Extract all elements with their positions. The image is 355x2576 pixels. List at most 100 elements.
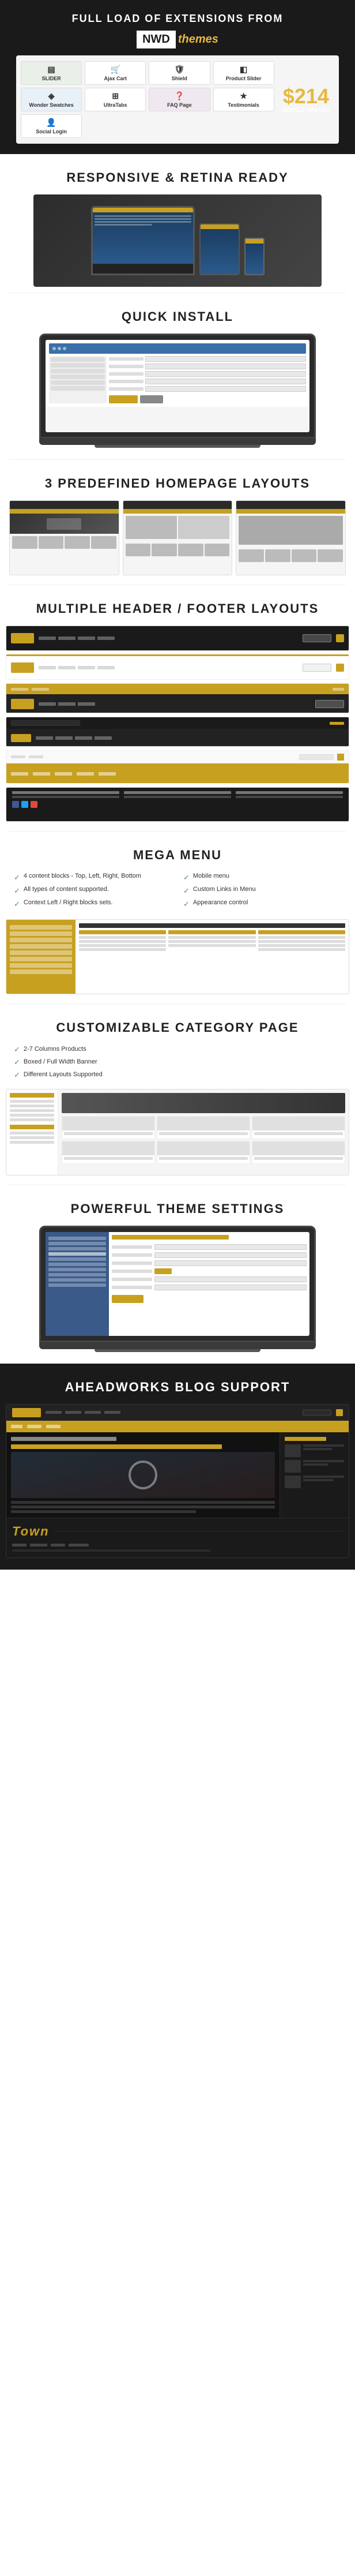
mega-feature-4: ✓ Custom Links in Menu (183, 885, 341, 896)
recent-thumb (285, 1460, 301, 1473)
top-item (11, 755, 25, 758)
product-cell (265, 549, 290, 562)
hf-search[interactable] (315, 700, 344, 708)
quick-install-heading: QUICK INSTALL (0, 293, 355, 334)
layout-banner-grid (123, 514, 232, 541)
cat-product-label (159, 1132, 248, 1135)
footer-nav-link[interactable] (69, 1544, 89, 1547)
twitter-icon[interactable] (21, 801, 28, 808)
install-body (49, 356, 306, 403)
cat-sidebar (6, 1089, 58, 1175)
settings-input[interactable] (154, 1252, 307, 1258)
settings-section-title (112, 1235, 229, 1240)
facebook-icon[interactable] (12, 801, 19, 808)
recent-line (303, 1476, 344, 1478)
recent-content (303, 1460, 344, 1473)
check-icon: ✓ (14, 1070, 20, 1080)
blog-nav-label (46, 1425, 61, 1428)
recent-line (303, 1460, 344, 1462)
product-cell (152, 544, 177, 556)
testimonials-icon: ★ (216, 91, 272, 101)
layouts-heading: 3 PREDEFINED HOMEPAGE LAYOUTS (0, 460, 355, 500)
product-cell (318, 549, 343, 562)
blog-site-search[interactable] (303, 1410, 331, 1416)
hf-nav-item (97, 636, 115, 640)
mm-col-item (258, 948, 345, 951)
content-line (95, 218, 191, 220)
install-row (109, 386, 306, 392)
search-box[interactable] (299, 754, 334, 760)
footer-nav-link[interactable] (30, 1544, 47, 1547)
install-row (109, 371, 306, 377)
full-banner (239, 516, 343, 545)
hf-search-field[interactable] (11, 720, 80, 726)
install-field[interactable] (145, 379, 306, 384)
settings-active-item[interactable] (48, 1252, 106, 1256)
check-icon: ✓ (183, 899, 190, 909)
settings-input[interactable] (154, 1285, 307, 1290)
laptop-base (39, 438, 316, 445)
install-field[interactable] (145, 371, 306, 377)
laptop-header (93, 208, 193, 212)
settings-input[interactable] (154, 1276, 307, 1282)
install-field[interactable] (145, 364, 306, 369)
hf-cart[interactable] (336, 664, 344, 672)
feature-text: 2-7 Columns Products (24, 1046, 86, 1053)
settings-row (112, 1285, 307, 1290)
install-save-button[interactable] (109, 395, 138, 403)
settings-save-button[interactable] (112, 1295, 143, 1303)
footer-logo-row: Town (12, 1524, 343, 1539)
settings-input[interactable] (154, 1244, 307, 1250)
hf-nav-item (97, 666, 115, 669)
footer-nav-link[interactable] (51, 1544, 65, 1547)
footer-nav-link[interactable] (12, 1544, 27, 1547)
hf-nav-row (6, 763, 349, 784)
install-buttons (109, 395, 306, 403)
sidebar-item (51, 380, 105, 385)
cart-icon[interactable] (337, 754, 344, 761)
settings-left-item (48, 1283, 106, 1287)
mega-menu-features: ✓ 4 content blocks - Top, Left, Right, B… (0, 872, 355, 919)
laptop-foot (95, 1349, 260, 1352)
blog-nav-item (65, 1411, 81, 1414)
settings-action-buttons (112, 1295, 307, 1303)
hf-cart[interactable] (336, 634, 344, 642)
check-icon: ✓ (183, 873, 190, 883)
hf-search-bar (6, 717, 349, 729)
mm-col-header (258, 930, 345, 934)
hf-nav (39, 702, 311, 706)
devices-group (91, 206, 265, 275)
settings-label (112, 1261, 152, 1265)
settings-input[interactable] (154, 1260, 307, 1266)
settings-left-item (48, 1242, 106, 1245)
header-footer-list (0, 626, 355, 831)
mm-sidebar (6, 920, 75, 994)
blog-nav-item (46, 1411, 62, 1414)
install-cancel-button[interactable] (140, 395, 163, 403)
ext-shield: 🛡Shield (149, 61, 210, 85)
product-cell (12, 536, 37, 549)
footer-divider (55, 1531, 343, 1532)
feature-text: Boxed / Full Width Banner (24, 1058, 97, 1065)
blog-recent-item (285, 1444, 344, 1457)
product-cell (91, 536, 116, 549)
hf-search[interactable] (303, 664, 331, 672)
cat-feature-2: ✓ Boxed / Full Width Banner (14, 1057, 341, 1067)
banner-cell (178, 516, 229, 539)
cat-products-grid (62, 1116, 345, 1164)
install-row (109, 356, 306, 362)
layouts-grid (0, 500, 355, 585)
settings-sidebar (46, 1232, 109, 1336)
install-field[interactable] (145, 356, 306, 362)
cat-product-img (252, 1141, 345, 1155)
predefined-layouts-section: 3 PREDEFINED HOMEPAGE LAYOUTS (0, 460, 355, 585)
google-icon[interactable] (31, 801, 37, 808)
hf-nav-item (78, 666, 95, 669)
blog-cart[interactable] (336, 1409, 343, 1416)
hf-search[interactable] (303, 634, 331, 642)
blog-site-footer: Town (6, 1518, 349, 1557)
cat-product-img (157, 1141, 250, 1155)
top-bar-item (32, 688, 49, 691)
install-field[interactable] (145, 386, 306, 392)
color-picker[interactable] (154, 1268, 172, 1274)
